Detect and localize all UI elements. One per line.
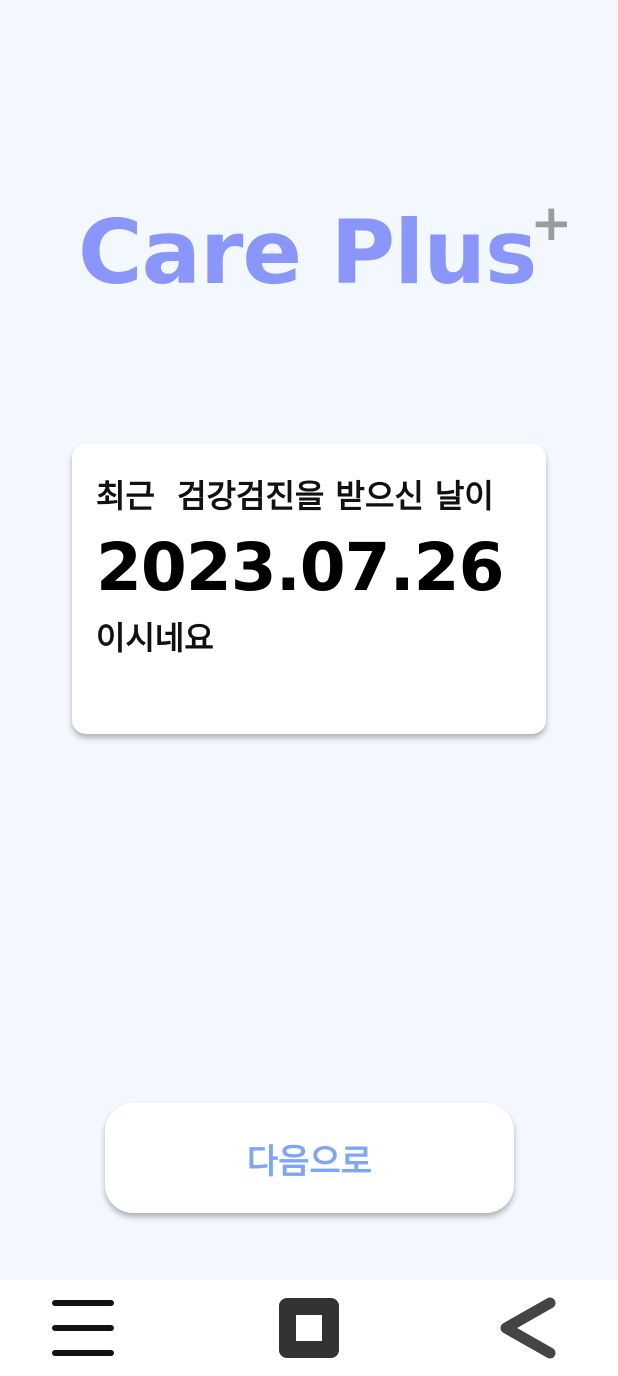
- next-button[interactable]: 다음으로: [105, 1103, 514, 1213]
- logo-plus-mark: +: [530, 194, 573, 252]
- back-icon: [500, 1297, 556, 1359]
- logo-text: Care Plus: [78, 201, 537, 304]
- home-icon: [279, 1298, 339, 1358]
- card-outro-text: 이시네요: [96, 619, 214, 657]
- system-nav-bar: [0, 1280, 618, 1376]
- checkup-date: 2023.07.26: [96, 529, 505, 606]
- card-intro-text: 최근 검강검진을 받으신 날이: [96, 477, 494, 515]
- nav-home-button[interactable]: [249, 1280, 369, 1376]
- menu-icon: [52, 1300, 114, 1356]
- app-logo: Care Plus +: [78, 198, 572, 308]
- nav-back-button[interactable]: [467, 1280, 587, 1376]
- nav-menu-button[interactable]: [23, 1280, 143, 1376]
- checkup-date-card: 최근 검강검진을 받으신 날이 2023.07.26 이시네요: [72, 444, 546, 734]
